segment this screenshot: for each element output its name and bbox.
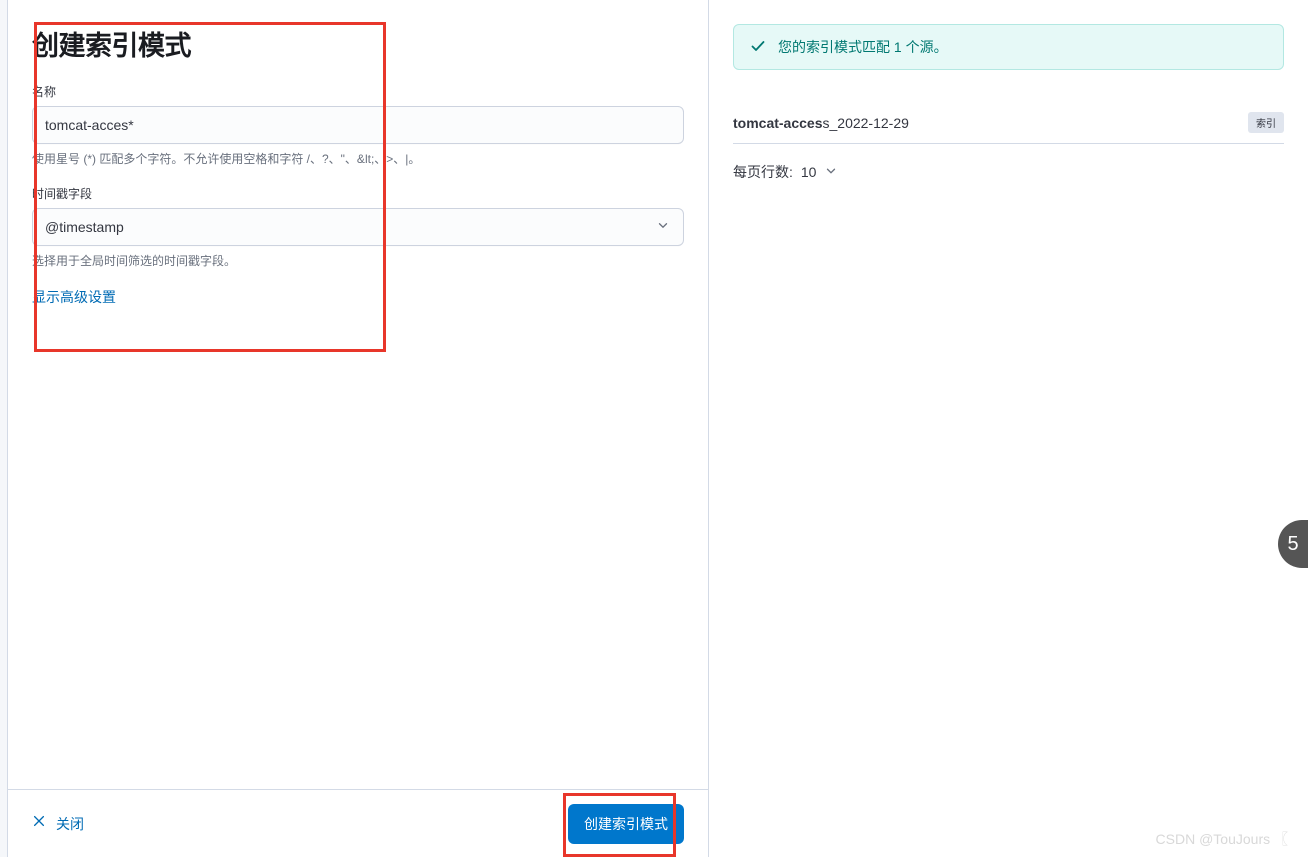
page-title: 创建索引模式 (32, 24, 684, 63)
index-name: tomcat-access_2022-12-29 (733, 115, 909, 131)
timestamp-help-text: 选择用于全局时间筛选的时间戳字段。 (32, 252, 684, 269)
close-button[interactable]: 关闭 (32, 814, 84, 834)
show-advanced-link[interactable]: 显示高级设置 (32, 287, 116, 307)
timestamp-select[interactable]: @timestamp (32, 208, 684, 246)
index-badge: 索引 (1248, 112, 1284, 133)
check-icon (750, 38, 766, 57)
timestamp-label: 时间戳字段 (32, 185, 684, 202)
results-panel: 您的索引模式匹配 1 个源。 tomcat-access_2022-12-29 … (709, 0, 1308, 857)
close-icon (32, 814, 46, 833)
name-help-text: 使用星号 (*) 匹配多个字符。不允许使用空格和字符 /、?、"、&lt;、>、… (32, 150, 684, 167)
index-row: tomcat-access_2022-12-29 索引 (733, 102, 1284, 144)
name-input[interactable] (32, 106, 684, 144)
create-index-pattern-button[interactable]: 创建索引模式 (568, 804, 684, 844)
success-callout: 您的索引模式匹配 1 个源。 (733, 24, 1284, 70)
name-label: 名称 (32, 83, 684, 100)
footer: 关闭 创建索引模式 (8, 789, 708, 857)
callout-text: 您的索引模式匹配 1 个源。 (778, 37, 948, 57)
form-panel: 创建索引模式 名称 使用星号 (*) 匹配多个字符。不允许使用空格和字符 /、?… (8, 0, 708, 857)
chevron-down-icon (824, 164, 838, 181)
rows-per-page[interactable]: 每页行数: 10 (733, 162, 1284, 182)
watermark: CSDN @TouJours 〖 (1156, 829, 1288, 849)
